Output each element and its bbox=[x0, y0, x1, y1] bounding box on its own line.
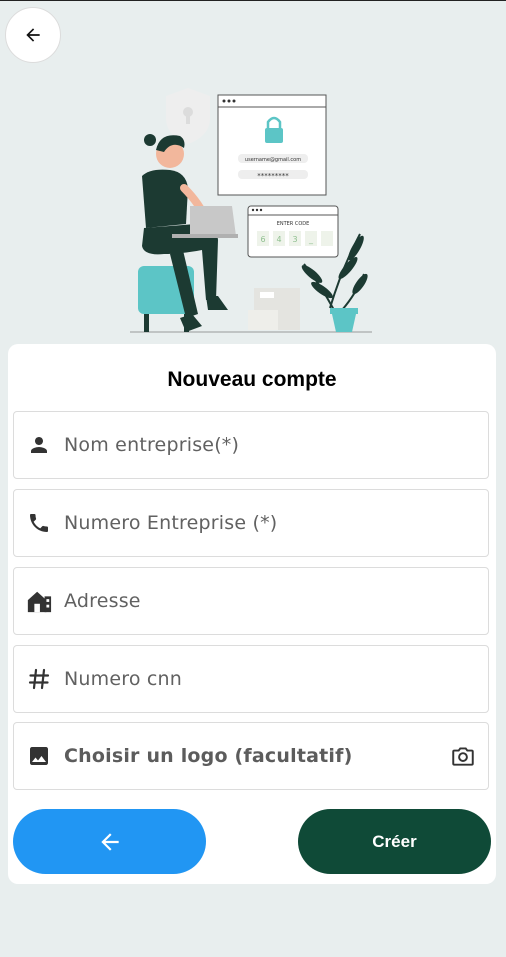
login-panel: username@gmail.com ********* bbox=[217, 94, 327, 196]
back-button[interactable] bbox=[5, 7, 61, 63]
company-phone-field[interactable]: Numero Entreprise (*) bbox=[13, 489, 489, 557]
hash-icon bbox=[26, 666, 52, 692]
back-arrow-button[interactable] bbox=[13, 809, 206, 874]
person-icon bbox=[26, 432, 52, 458]
address-field[interactable]: Adresse bbox=[13, 567, 489, 635]
illus-password: ********* bbox=[257, 172, 289, 180]
signup-illustration: username@gmail.com ********* ENTER CODE … bbox=[130, 88, 372, 333]
company-name-field[interactable]: Nom entreprise(*) bbox=[13, 411, 489, 479]
new-account-card: Nouveau compte Nom entreprise(*) Numero … bbox=[8, 344, 496, 884]
arrow-left-icon bbox=[100, 832, 119, 851]
address-placeholder: Adresse bbox=[64, 590, 141, 612]
top-border bbox=[0, 0, 506, 1]
code-digit: 6 bbox=[260, 235, 265, 244]
code-digit: 3 bbox=[292, 235, 297, 244]
logo-picker-label: Choisir un logo (facultatif) bbox=[64, 745, 353, 767]
illus-code-label: ENTER CODE bbox=[277, 221, 310, 227]
illus-email: username@gmail.com bbox=[245, 157, 301, 163]
page-title: Nouveau compte bbox=[167, 368, 337, 391]
address-icon bbox=[26, 588, 52, 614]
company-phone-placeholder: Numero Entreprise (*) bbox=[64, 512, 278, 534]
phone-icon bbox=[26, 510, 52, 536]
logo-picker-field[interactable]: Choisir un logo (facultatif) bbox=[13, 722, 489, 790]
image-icon bbox=[26, 743, 52, 769]
cnn-number-placeholder: Numero cnn bbox=[64, 668, 183, 690]
create-button[interactable]: Créer bbox=[298, 809, 491, 874]
arrow-left-icon bbox=[26, 28, 40, 42]
code-panel: ENTER CODE 6 4 3 _ bbox=[247, 205, 339, 258]
cnn-number-field[interactable]: Numero cnn bbox=[13, 645, 489, 713]
camera-icon[interactable] bbox=[450, 743, 476, 769]
code-digit: 4 bbox=[276, 235, 281, 244]
company-name-placeholder: Nom entreprise(*) bbox=[64, 434, 240, 456]
